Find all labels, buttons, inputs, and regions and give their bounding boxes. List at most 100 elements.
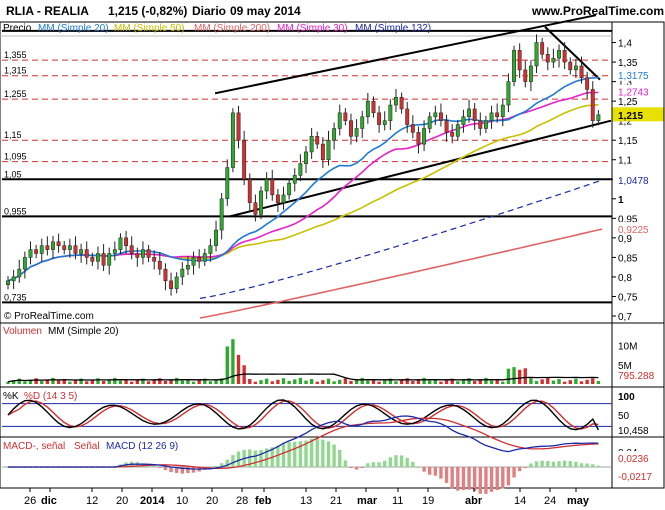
volume-bar [332, 381, 336, 384]
x-tick-label: 28 [236, 495, 248, 507]
candle-body [247, 179, 252, 203]
price-badge-label: 1,215 [618, 111, 643, 122]
candle-body [219, 198, 224, 231]
candle-body [118, 237, 123, 250]
candle-body [270, 179, 275, 196]
candle-body [309, 136, 314, 153]
volume-bar [439, 381, 443, 384]
y-tick-label: 1 [618, 195, 624, 206]
x-tick-label: 14 [514, 495, 526, 507]
volume-bar [411, 380, 415, 384]
macd-histogram-bar [439, 467, 443, 479]
legend-mm30: MM (Simple 30) [277, 23, 348, 34]
candle-body [377, 112, 382, 125]
macd-histogram-bar [585, 463, 589, 467]
macd-histogram-bar [591, 464, 595, 467]
candle-body [253, 202, 258, 215]
price-badge-label: 1,0478 [618, 176, 649, 187]
y-tick-label: 1,25 [618, 97, 638, 108]
macd-histogram-bar [478, 467, 482, 494]
volume-bar [546, 377, 550, 384]
volume-bar [270, 381, 274, 384]
candle-body [225, 167, 230, 200]
volume-bar [236, 354, 241, 384]
candle-body [112, 249, 117, 254]
macd-histogram-bar [214, 465, 218, 467]
stoch-badge-label: 10,458 [618, 426, 649, 437]
chart-window: RLIA - REALIA 1,215 (-0,82%) Diario 09 m… [0, 0, 665, 510]
volume-bar [534, 380, 539, 384]
candle-body [455, 124, 460, 137]
candle-body [62, 245, 67, 250]
macd-histogram-bar [388, 457, 393, 467]
volume-bar [276, 379, 280, 384]
candle-body [281, 194, 286, 203]
volume-label: Volumen [3, 326, 42, 337]
candle-body [394, 96, 398, 106]
volume-bar [366, 380, 370, 384]
candle-body [450, 132, 455, 137]
candle-body [489, 112, 494, 121]
macd-badge-label: -0,0217 [618, 472, 652, 483]
volume-axis-label: 10M [618, 342, 637, 353]
candle-body [146, 249, 151, 258]
macd-histogram-bar [354, 467, 359, 470]
macd-histogram-bar [529, 463, 533, 467]
volume-bar [383, 380, 387, 384]
candle-body [427, 116, 432, 129]
macd-histogram-bar [433, 467, 438, 476]
macd-histogram-bar [472, 467, 477, 491]
volume-bar [326, 378, 331, 384]
macd-histogram-bar [293, 441, 297, 467]
candle-body [124, 237, 129, 246]
x-tick-label: 26 [24, 495, 36, 507]
volume-bar [304, 380, 308, 384]
macd-histogram-bar [236, 451, 241, 467]
volume-bar [501, 381, 505, 384]
volume-bar [287, 380, 291, 384]
volume-bar [529, 378, 533, 384]
macd-histogram-bar [349, 467, 353, 468]
volume-bar [343, 378, 348, 384]
volume-bar [523, 368, 527, 384]
x-tick-label: 24 [544, 495, 556, 507]
left-level-label: 0,955 [4, 206, 27, 216]
macd-histogram-bar [495, 467, 499, 491]
candle-body [422, 128, 427, 145]
volume-bar [315, 381, 319, 384]
macd-histogram-bar [551, 461, 556, 467]
macd-histogram-bar [450, 467, 454, 489]
volume-bar [579, 381, 584, 384]
y-tick-label: 0,75 [618, 292, 638, 303]
y-tick-label: 1,15 [618, 136, 638, 147]
macd-histogram-bar [371, 462, 376, 467]
legend-mm20: MM (Simple 20) [38, 23, 109, 34]
stoch-k-line [7, 399, 600, 431]
volume-bar [540, 379, 544, 384]
macd-histogram-bar [231, 455, 235, 467]
volume-mm-label: MM (Simple 20) [48, 326, 119, 337]
candle-body [534, 42, 539, 67]
macd-histogram-bar [394, 455, 398, 467]
macd-line-label: MACD (12 26 9) [106, 441, 179, 452]
candle-body [84, 249, 89, 258]
macd-histogram-bar [163, 467, 168, 471]
candle-body [191, 257, 196, 266]
legend-price: Precio [3, 23, 32, 34]
volume-bar [293, 379, 297, 384]
volume-bar [551, 380, 556, 384]
candle-body [461, 116, 466, 125]
candle-body [214, 229, 218, 246]
volume-bar [174, 377, 179, 384]
candle-body [259, 190, 263, 215]
volume-bar [585, 379, 589, 384]
candle-body [107, 253, 112, 266]
candle-body [590, 89, 595, 121]
volume-bar [512, 367, 516, 384]
candle-body [157, 261, 162, 270]
macd-histogram-bar [326, 441, 331, 467]
volume-bar [596, 380, 601, 384]
macd-histogram-bar [461, 467, 466, 491]
candle-body [39, 245, 44, 254]
candle-body [56, 241, 61, 246]
